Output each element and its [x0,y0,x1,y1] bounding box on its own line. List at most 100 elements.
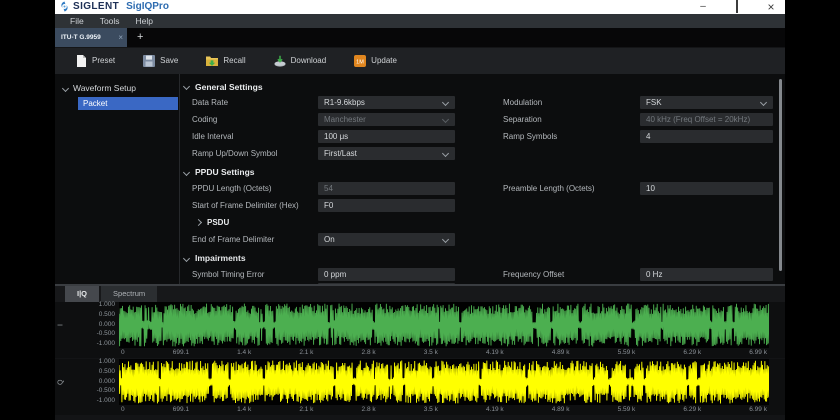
field-label: Frequency Offset [503,270,640,279]
ramp-updown-symbol-select[interactable]: First/Last [318,147,455,160]
recall-button[interactable]: Recall [206,55,245,67]
x-tick: 699.1 [173,349,189,356]
setting-row: Symbol Timing Error 0 ppm Frequency Offs… [180,266,785,283]
y-tick: 0.500 [99,369,115,376]
section-general-settings[interactable]: General Settings [180,80,785,94]
end-of-frame-delimiter-select[interactable]: On [318,233,455,246]
y-axis-ticks: 1.0000.5000.000-0.500-1.000 [67,302,119,348]
y-tick: -0.500 [97,388,115,395]
chevron-down-icon [442,116,449,123]
setting-row: Coding Manchester Separation 40 kHz (Fre… [180,111,785,128]
separation-field: 40 kHz (Freq Offset = 20kHz) [640,113,773,126]
setting-row: Data Rate R1-9.6kbps Modulation FSK [180,94,785,111]
waveform-plot-q[interactable] [119,359,769,405]
psdu-expander[interactable]: PSDU [180,214,785,231]
tab-close-icon[interactable]: × [118,33,123,42]
x-tick: 6.99 k [749,406,767,413]
psdu-label: PSDU [207,218,229,227]
section-impairments[interactable]: Impairments [180,251,785,266]
siglent-logo-icon [59,1,70,12]
x-tick: 5.59 k [618,349,636,356]
field-label: Ramp Symbols [503,132,640,141]
tree-node-waveform-setup[interactable]: Waveform Setup [55,82,179,95]
tree-item-packet[interactable]: Packet [78,97,178,110]
field-value: 54 [324,184,333,193]
title-bar: SIGLENT SigIQPro – × [55,0,785,14]
menu-help[interactable]: Help [129,14,160,28]
modulation-select[interactable]: FSK [640,96,773,109]
maximize-button[interactable] [731,0,743,14]
iq-chart-i: I 1.0000.5000.000-0.500-1.000 0699.11.4 … [55,302,785,358]
update-button[interactable]: 1M Update [354,55,397,67]
x-axis-ticks: 0699.11.4 k2.1 k2.8 k3.5 k4.19 k4.89 k5.… [119,348,769,358]
download-button[interactable]: Download [274,55,327,67]
symbol-timing-error-input[interactable]: 0 ppm [318,268,455,281]
sfd-hex-input[interactable]: F0 [318,199,455,212]
menu-file[interactable]: File [63,14,91,28]
setting-row: Ramp Up/Down Symbol First/Last [180,145,785,162]
document-icon [75,55,87,67]
chevron-down-icon [442,99,449,106]
ramp-symbols-input[interactable]: 4 [640,130,773,143]
preset-button[interactable]: Preset [75,55,115,67]
field-value: R1-9.6kbps [324,98,365,107]
app-title: SigIQPro [126,1,169,12]
field-value: FSK [646,98,662,107]
x-tick: 0 [121,349,125,356]
waveform-tree: Waveform Setup Packet [55,74,180,284]
field-label: Idle Interval [180,132,318,141]
chevron-down-icon [442,150,449,157]
field-label: Start of Frame Delimiter (Hex) [180,201,318,210]
coding-select: Manchester [318,113,455,126]
y-tick: 1.000 [99,359,115,366]
floppy-icon [143,55,155,67]
menu-tools[interactable]: Tools [93,14,127,28]
minimize-button[interactable]: – [697,0,709,14]
tab-itu-t-g9959[interactable]: ITU-T G.9959 × [55,28,127,47]
field-value: 0 ppm [324,270,346,279]
toolbar-label: Save [160,56,178,65]
setting-row: PPDU Length (Octets) 54 Preamble Length … [180,180,785,197]
y-axis-ticks: 1.0000.5000.000-0.500-1.000 [67,359,119,405]
chevron-down-icon [183,169,190,176]
x-tick: 2.1 k [299,349,313,356]
field-value: 100 μs [324,132,348,141]
preamble-length-input[interactable]: 10 [640,182,773,195]
panel-scrollbar[interactable] [779,79,782,271]
x-tick: 4.19 k [486,349,504,356]
x-tick: 3.5 k [424,349,438,356]
idle-interval-input[interactable]: 100 μs [318,130,455,143]
x-tick: 2.8 k [362,406,376,413]
document-tab-bar: ITU-T G.9959 × + [55,28,785,47]
tab-spectrum[interactable]: Spectrum [101,286,157,302]
x-tick: 2.1 k [299,406,313,413]
chevron-down-icon [62,85,69,92]
field-label: Ramp Up/Down Symbol [180,149,318,158]
main-content: Waveform Setup Packet General Settings D… [55,74,785,284]
field-value: F0 [324,201,333,210]
frequency-offset-input[interactable]: 0 Hz [640,268,773,281]
field-label: Modulation [503,98,640,107]
data-rate-select[interactable]: R1-9.6kbps [318,96,455,109]
field-label: Symbol Timing Error [180,270,318,279]
y-tick: -1.000 [97,341,115,348]
toolbar-label: Download [291,56,327,65]
tab-label: ITU-T G.9959 [61,34,101,41]
field-value: Manchester [324,115,366,124]
chevron-down-icon [442,236,449,243]
download-icon [274,55,286,67]
x-axis-ticks: 0699.11.4 k2.1 k2.8 k3.5 k4.19 k4.89 k5.… [119,405,769,415]
app-window: SIGLENT SigIQPro – × File Tools Help ITU… [55,0,785,420]
section-ppdu-settings[interactable]: PPDU Settings [180,165,785,180]
close-button[interactable]: × [765,0,777,14]
field-label: PPDU Length (Octets) [180,184,318,193]
save-button[interactable]: Save [143,55,178,67]
x-tick: 1.4 k [237,349,251,356]
chevron-down-icon [183,83,190,90]
field-value: 4 [646,132,650,141]
tab-iq[interactable]: I|Q [65,286,99,302]
add-tab-button[interactable]: + [137,28,143,47]
x-tick: 4.89 k [552,406,570,413]
y-tick: 0.000 [99,322,115,329]
waveform-plot-i[interactable] [119,302,769,348]
